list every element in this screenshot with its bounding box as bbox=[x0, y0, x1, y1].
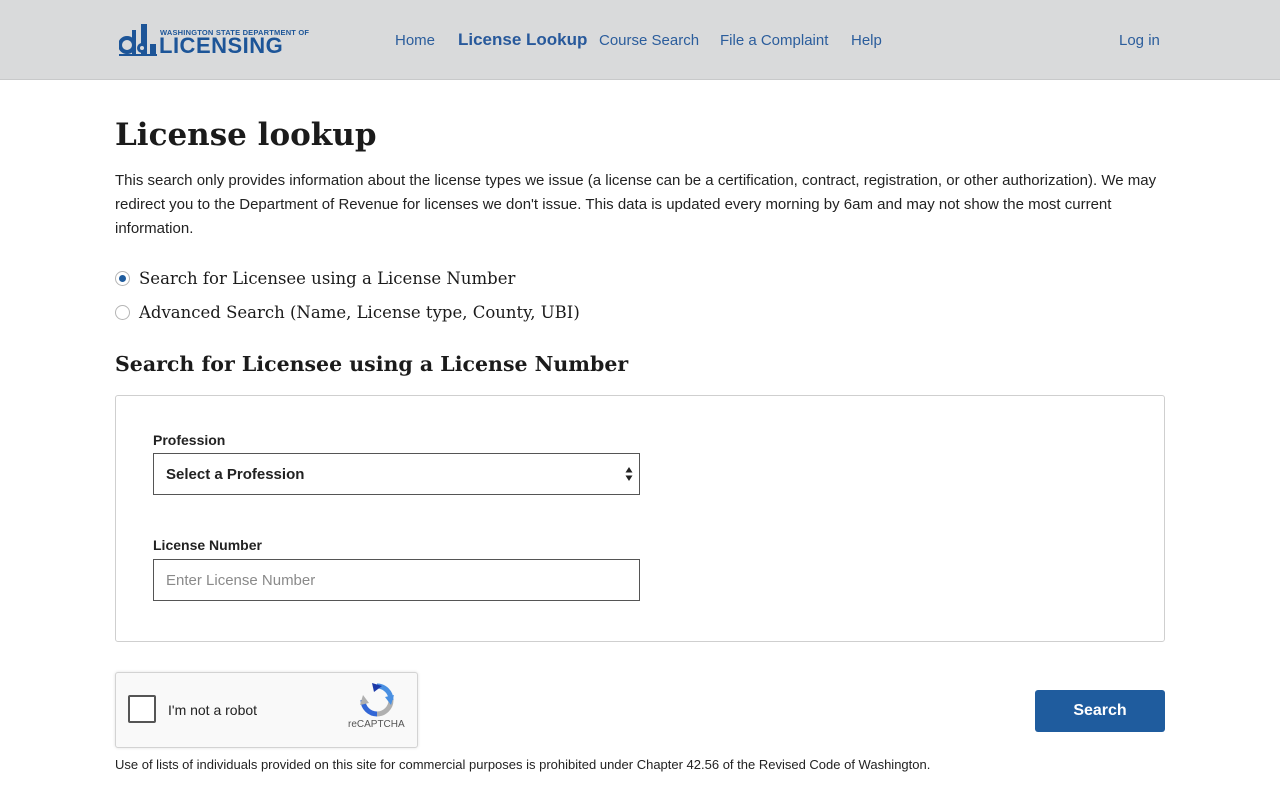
nav-file-complaint[interactable]: File a Complaint bbox=[720, 32, 828, 49]
license-number-label: License Number bbox=[153, 537, 262, 553]
dol-logo-mark-icon bbox=[119, 24, 157, 56]
page-title: License lookup bbox=[115, 117, 377, 153]
nav-help-wrap: Help bbox=[851, 0, 882, 80]
profession-select[interactable]: Select a Profession bbox=[153, 453, 640, 495]
profession-label: Profession bbox=[153, 432, 226, 448]
profession-selected-value: Select a Profession bbox=[166, 465, 305, 483]
recaptcha-brand: reCAPTCHA bbox=[348, 719, 405, 730]
select-arrows-icon bbox=[625, 467, 633, 481]
nav-home[interactable]: Home bbox=[395, 32, 435, 49]
nav-course-search[interactable]: Course Search bbox=[599, 32, 699, 49]
nav-license-lookup[interactable]: License Lookup bbox=[458, 30, 587, 50]
logo-licensing-text: LICENSING bbox=[159, 33, 284, 58]
nav-file-complaint-wrap: File a Complaint bbox=[720, 0, 828, 80]
search-form-panel: Profession Select a Profession License N… bbox=[115, 395, 1165, 642]
radio-license-number[interactable] bbox=[115, 271, 130, 286]
radio-label-advanced-search: Advanced Search (Name, License type, Cou… bbox=[139, 303, 580, 322]
nav-license-lookup-wrap: License Lookup bbox=[458, 0, 587, 80]
radio-option-advanced-search[interactable]: Advanced Search (Name, License type, Cou… bbox=[115, 303, 580, 322]
license-number-input[interactable] bbox=[153, 559, 640, 601]
site-header: WASHINGTON STATE DEPARTMENT OF LICENSING… bbox=[0, 0, 1280, 80]
login-link[interactable]: Log in bbox=[1119, 0, 1160, 80]
recaptcha-logo-icon bbox=[360, 683, 394, 717]
intro-text: This search only provides information ab… bbox=[115, 172, 1157, 237]
nav-help[interactable]: Help bbox=[851, 32, 882, 49]
recaptcha-label: I'm not a robot bbox=[168, 702, 258, 718]
search-button[interactable]: Search bbox=[1035, 690, 1165, 732]
dol-logo[interactable]: WASHINGTON STATE DEPARTMENT OF LICENSING bbox=[119, 24, 309, 58]
nav-course-search-wrap: Course Search bbox=[599, 0, 699, 80]
radio-option-license-number[interactable]: Search for Licensee using a License Numb… bbox=[115, 269, 515, 288]
nav-home-wrap: Home bbox=[395, 0, 435, 80]
section-title: Search for Licensee using a License Numb… bbox=[115, 352, 629, 376]
radio-advanced-search[interactable] bbox=[115, 305, 130, 320]
recaptcha-checkbox[interactable] bbox=[128, 695, 156, 723]
disclaimer-text: Use of lists of individuals provided on … bbox=[115, 757, 931, 772]
recaptcha-widget: I'm not a robot reCAPTCHA bbox=[115, 672, 418, 748]
radio-label-license-number: Search for Licensee using a License Numb… bbox=[139, 269, 516, 288]
